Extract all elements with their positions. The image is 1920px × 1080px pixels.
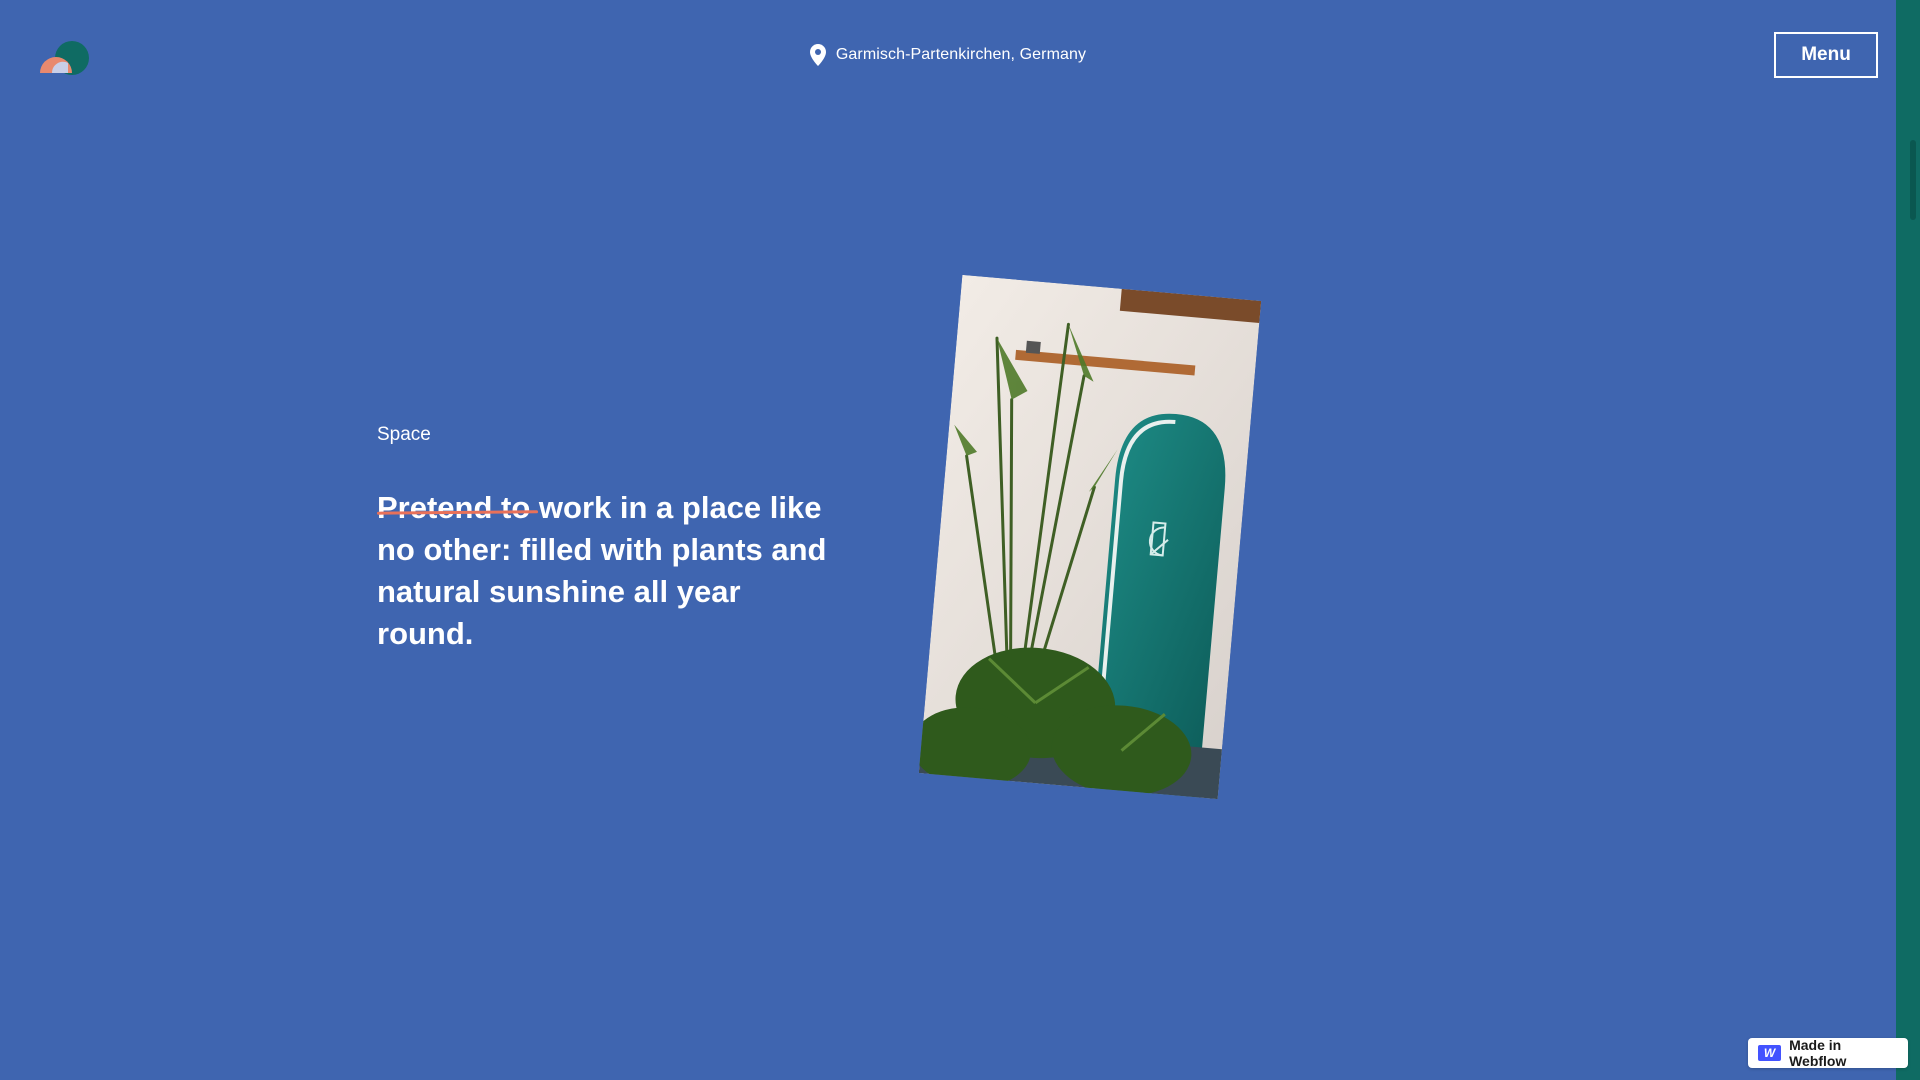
scrollbar[interactable] [1896,0,1920,1080]
webflow-badge-label: Made in Webflow [1789,1037,1847,1069]
webflow-icon: W [1758,1045,1782,1061]
section-label: Space [377,424,431,445]
space-photo [918,274,1262,800]
location-pin-icon [809,44,826,66]
scrollbar-thumb[interactable] [1910,140,1916,220]
menu-button[interactable]: Menu [1774,32,1878,78]
headline: Pretend to work in a place like no other… [377,487,837,655]
location-text: Garmisch-Partenkirchen, Germany [835,46,1087,63]
made-in-webflow-badge[interactable]: W Made in Webflow [1748,1037,1908,1069]
location: Garmisch-Partenkirchen, Germany [0,44,1896,66]
headline-struck-text: Pretend to [377,490,531,525]
